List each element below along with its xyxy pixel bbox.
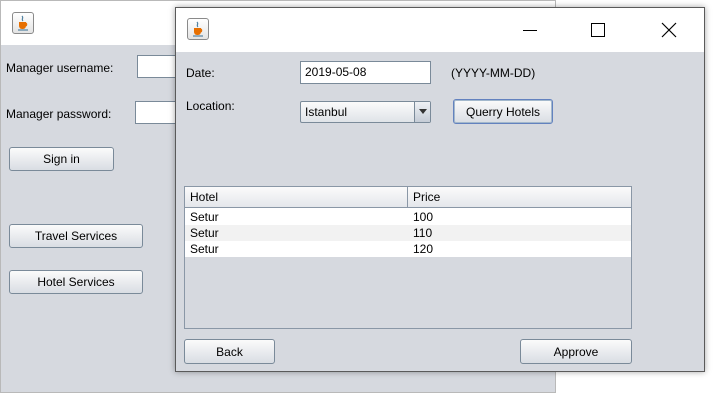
hotel-cell: Setur (190, 210, 219, 224)
sign-in-button[interactable]: Sign in (9, 147, 114, 171)
travel-services-button[interactable]: Travel Services (9, 224, 143, 248)
column-header-price[interactable]: Price (408, 187, 631, 208)
hotel-window-client-area: Date: 2019-05-08 (YYYY-MM-DD) Location: … (176, 52, 704, 371)
price-cell: 100 (413, 210, 434, 224)
hotel-window-titlebar (176, 8, 704, 52)
price-cell: 110 (413, 226, 433, 240)
close-button[interactable] (639, 8, 699, 52)
table-row[interactable]: Setur 110 (185, 225, 631, 241)
minimize-button[interactable] (500, 8, 560, 52)
hotel-services-button[interactable]: Hotel Services (9, 270, 143, 294)
table-row[interactable]: Setur 100 (185, 209, 631, 225)
maximize-button[interactable] (568, 8, 628, 52)
chevron-down-icon[interactable] (414, 102, 430, 122)
password-label: Manager password: (6, 107, 112, 121)
location-label: Location: (186, 99, 235, 113)
table-row[interactable]: Setur 120 (185, 241, 631, 257)
hotel-cell: Setur (190, 226, 219, 240)
back-button[interactable]: Back (184, 339, 275, 364)
date-format-hint: (YYYY-MM-DD) (451, 66, 536, 80)
java-cup-icon[interactable] (187, 18, 209, 40)
java-cup-icon[interactable] (12, 12, 34, 34)
table-empty-area (185, 257, 631, 328)
minimize-icon (523, 30, 537, 31)
query-hotels-button[interactable]: Querry Hotels (453, 99, 553, 124)
date-input[interactable]: 2019-05-08 (300, 61, 431, 84)
table-header: Hotel Price (185, 187, 631, 208)
username-label: Manager username: (6, 61, 114, 75)
price-cell: 120 (413, 242, 434, 256)
location-selected-value: Istanbul (305, 105, 348, 119)
location-dropdown[interactable]: Istanbul (300, 101, 431, 123)
date-label: Date: (186, 66, 215, 80)
hotel-query-window: Date: 2019-05-08 (YYYY-MM-DD) Location: … (175, 7, 705, 372)
hotel-cell: Setur (190, 242, 219, 256)
hotel-table: Hotel Price Setur 100 Setur 110 Setur 12… (184, 186, 632, 329)
close-icon (661, 22, 677, 38)
column-header-hotel[interactable]: Hotel (185, 187, 408, 208)
approve-button[interactable]: Approve (520, 339, 632, 364)
maximize-icon (591, 23, 605, 37)
